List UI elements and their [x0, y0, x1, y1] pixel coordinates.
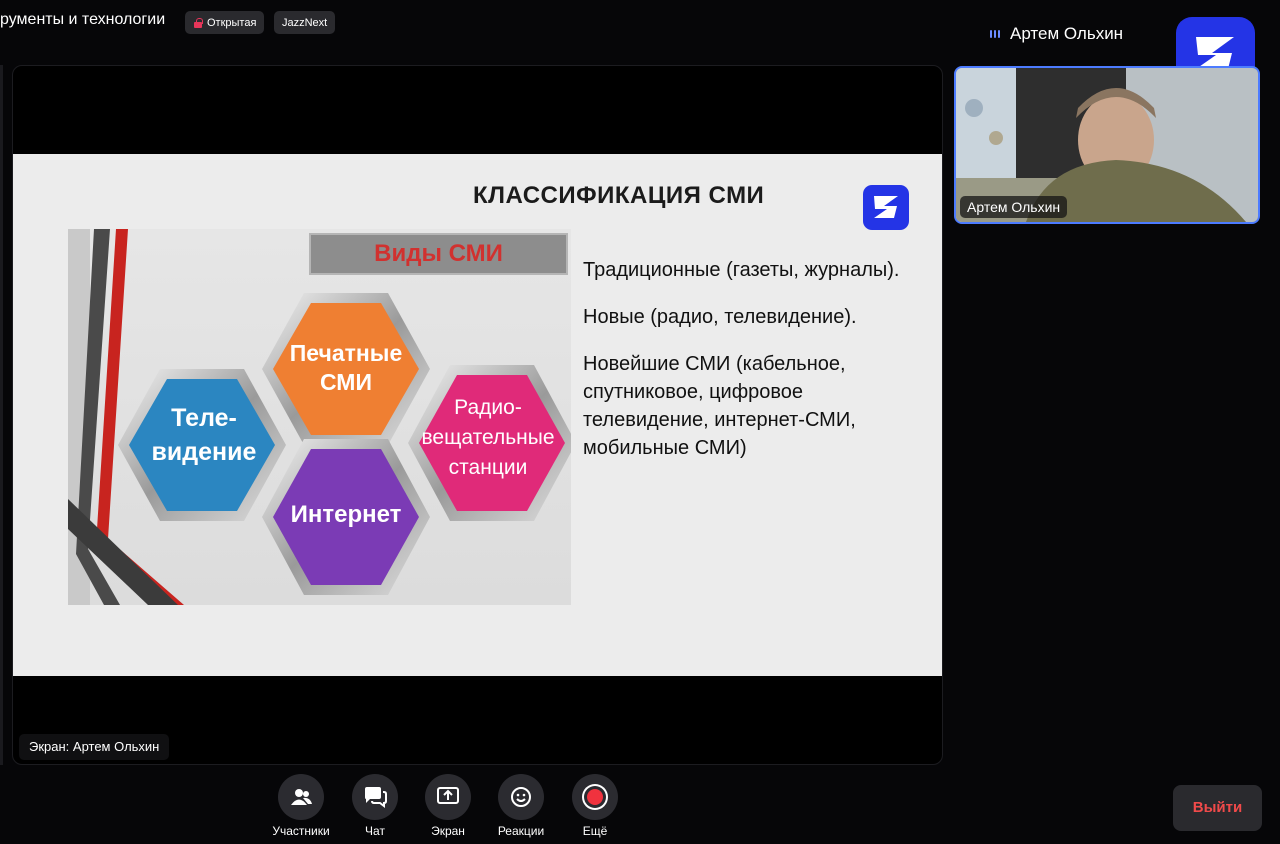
- screen-share-label-btn: Экран: [431, 824, 465, 838]
- slide-item-new: Новые (радио, телевидение).: [583, 306, 857, 328]
- chat-icon: [352, 774, 398, 820]
- side-panel-edge: [0, 65, 3, 765]
- leave-button[interactable]: Выйти: [1173, 785, 1262, 831]
- participants-label: Участники: [272, 824, 330, 838]
- screen-share-icon: [425, 774, 471, 820]
- audio-level-icon: [990, 30, 1000, 38]
- reactions-button[interactable]: Реакции: [486, 774, 556, 838]
- slide-logo-icon: [863, 185, 909, 230]
- slide-item-newest: Новейшие СМИ (кабельное, спутниковое, ци…: [583, 353, 856, 459]
- chat-button[interactable]: Чат: [340, 774, 410, 838]
- record-icon: [572, 774, 618, 820]
- access-badge-label: Открытая: [207, 16, 257, 29]
- screen-share-view[interactable]: КЛАССИФИКАЦИЯ СМИ Виды СМИ Печатные СМИ …: [12, 65, 943, 765]
- product-badge[interactable]: JazzNext: [274, 11, 336, 34]
- screen-share-label: Экран: Артем Ольхин: [19, 734, 170, 760]
- chat-label: Чат: [365, 824, 385, 838]
- participants-button[interactable]: Участники: [266, 774, 336, 838]
- participants-icon: [278, 774, 324, 820]
- slide-body: Традиционные (газеты, журналы). Новые (р…: [583, 256, 933, 481]
- screen-share-button[interactable]: Экран: [413, 774, 483, 838]
- smile-icon: [498, 774, 544, 820]
- active-speaker-name: Артем Ольхин: [1010, 24, 1124, 43]
- presentation-slide: КЛАССИФИКАЦИЯ СМИ Виды СМИ Печатные СМИ …: [13, 154, 942, 676]
- hex-radio-label: Радио-вещательные станции: [421, 396, 555, 479]
- more-label: Ещё: [582, 824, 608, 838]
- active-speaker: Артем Ольхин: [990, 24, 1123, 44]
- reactions-label: Реакции: [497, 824, 545, 838]
- slide-title: КЛАССИФИКАЦИЯ СМИ: [473, 182, 765, 209]
- hex-internet-label: Интернет: [290, 501, 402, 528]
- webcam-tile[interactable]: Артем Ольхин: [954, 66, 1260, 224]
- hex-print-label: Печатные СМИ: [289, 340, 403, 395]
- webcam-label: Артем Ольхин: [960, 196, 1068, 218]
- product-badge-label: JazzNext: [282, 16, 328, 29]
- slide-item-traditional: Традиционные (газеты, журналы).: [583, 259, 900, 281]
- meeting-title: рументы и технологии: [0, 11, 166, 28]
- unlock-icon: [193, 17, 203, 28]
- hex-tv-label: Теле-видение: [151, 404, 257, 466]
- more-button[interactable]: Ещё: [560, 774, 630, 838]
- access-badge[interactable]: Открытая: [185, 11, 265, 34]
- media-types-diagram: Виды СМИ Печатные СМИ Теле-видение Радио…: [68, 229, 571, 605]
